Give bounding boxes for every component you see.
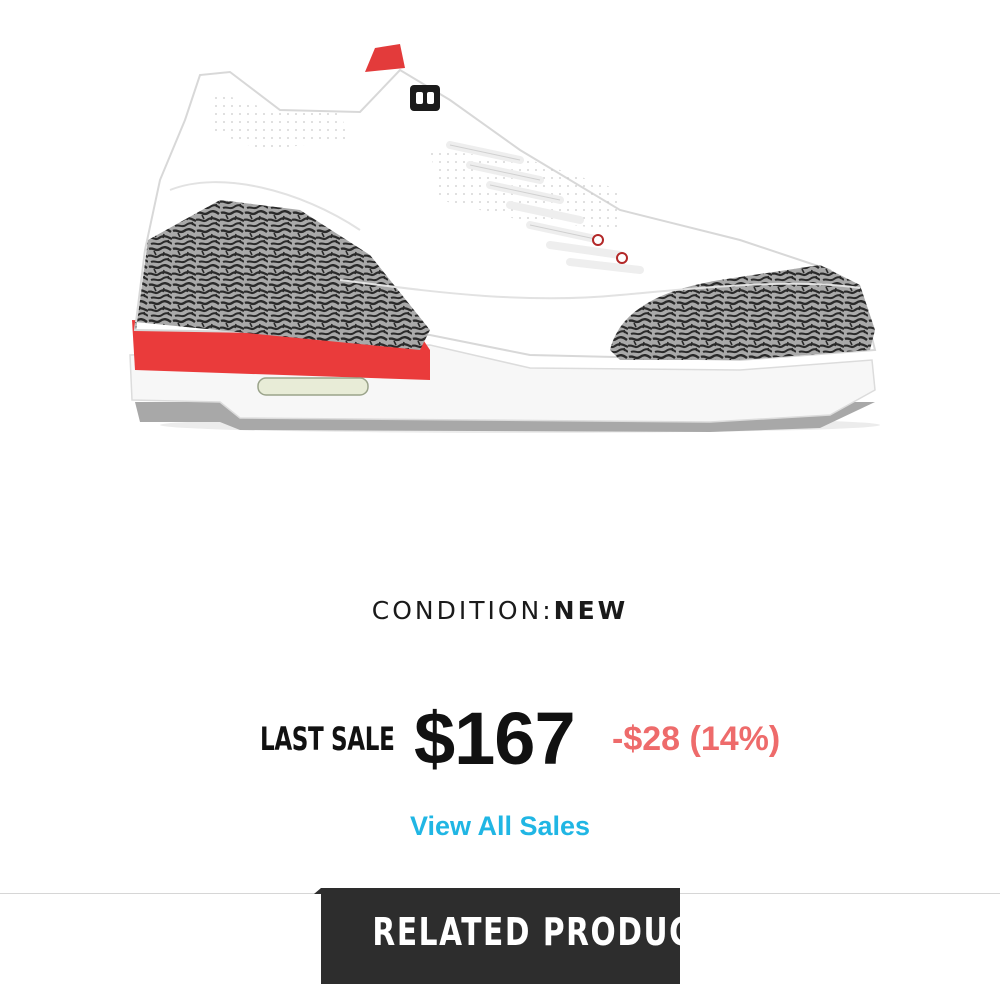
product-page: CONDITION:NEW LAST SALE $167 -$28 (14%) … [0, 0, 1000, 1000]
sneaker-illustration [129, 44, 880, 433]
product-image [100, 30, 900, 460]
last-sale-row: LAST SALE $167 -$28 (14%) [0, 696, 1000, 786]
condition-text: CONDITION:NEW [0, 596, 1000, 625]
condition-value: NEW [553, 596, 629, 625]
related-products-tab: RELATED PRODUCTS [314, 888, 736, 984]
price-change: -$28 (14%) [612, 720, 781, 758]
related-products-title-text: RELATED PRODUCTS [372, 910, 738, 954]
tab-notch [314, 888, 321, 894]
related-products-title: RELATED PRODUCTS [321, 910, 735, 954]
last-sale-label: LAST SALE [260, 720, 395, 758]
last-sale-price: $167 [414, 697, 576, 780]
condition-label: CONDITION: [371, 596, 554, 625]
view-all-sales-link[interactable]: View All Sales [0, 811, 1000, 842]
